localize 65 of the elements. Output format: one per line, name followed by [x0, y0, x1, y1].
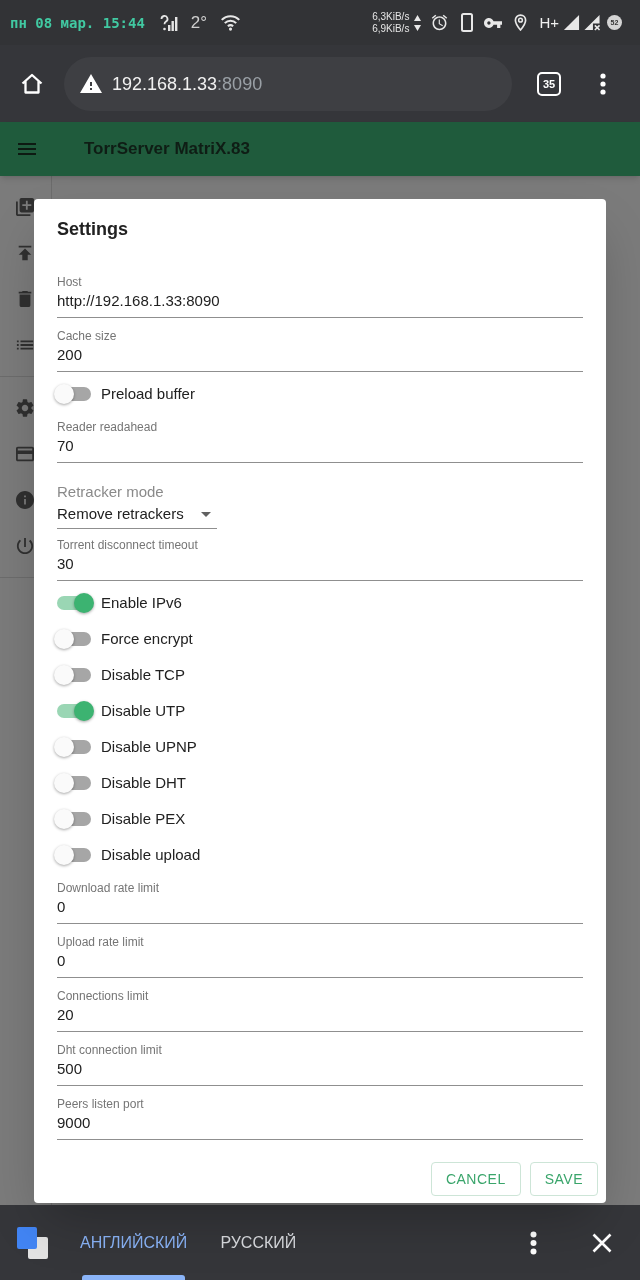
- switch-label: Force encrypt: [101, 629, 193, 649]
- url-text: 192.168.1.33:8090: [112, 72, 263, 95]
- field-label: Cache size: [57, 328, 117, 344]
- temperature-text: 2°: [190, 12, 208, 33]
- switch-label: Disable upload: [101, 845, 201, 865]
- text-input[interactable]: 0: [57, 897, 583, 924]
- close-icon[interactable]: [592, 1232, 612, 1253]
- field-label: Upload rate limit: [57, 934, 144, 950]
- field-label: Torrent disconnect timeout: [57, 537, 198, 553]
- text-input[interactable]: 70: [57, 436, 583, 463]
- language-tab[interactable]: РУССКИЙ: [220, 1205, 297, 1280]
- switch-label: Enable IPv6: [101, 593, 182, 613]
- warning-icon: [80, 74, 102, 93]
- address-bar[interactable]: 192.168.1.33:8090: [64, 56, 512, 111]
- more-options-icon[interactable]: [600, 72, 606, 95]
- text-input[interactable]: 30: [57, 554, 583, 581]
- upload-icon[interactable]: [16, 244, 34, 262]
- language-tab[interactable]: АНГЛИЙСКИЙ: [80, 1205, 188, 1280]
- switch-label: Disable TCP: [101, 665, 185, 685]
- field-label: Host: [57, 274, 82, 290]
- add-stack-icon[interactable]: [16, 198, 34, 216]
- home-icon[interactable]: [20, 71, 44, 96]
- switch-label: Disable PEX: [101, 809, 186, 829]
- power-icon[interactable]: [16, 537, 34, 555]
- switch-label: Preload buffer: [101, 384, 195, 404]
- menu-icon[interactable]: [18, 143, 36, 155]
- text-input[interactable]: 200: [57, 345, 583, 372]
- text-input[interactable]: 9000: [57, 1113, 583, 1140]
- field-label: Download rate limit: [57, 880, 160, 896]
- text-input[interactable]: http://192.168.1.33:8090: [57, 291, 583, 318]
- overlapping-squares-icon[interactable]: [17, 1226, 48, 1259]
- network-type-text: H+: [539, 13, 559, 32]
- network-speed: 6,9KiB/s: [372, 22, 410, 35]
- text-input[interactable]: 500: [57, 1059, 583, 1086]
- network-speed: 6,3KiB/s: [372, 10, 410, 23]
- location-pin-icon: [514, 14, 528, 31]
- switch-label: Disable UPNP: [101, 737, 197, 757]
- dropdown-select[interactable]: Remove retrackers: [57, 504, 217, 529]
- field-label: Peers listen port: [57, 1096, 144, 1112]
- field-label: Dht connection limit: [57, 1042, 162, 1058]
- key-icon: [484, 17, 503, 28]
- settings-icon[interactable]: [16, 399, 34, 417]
- more-options-icon[interactable]: [530, 1230, 537, 1255]
- phone-icon: [461, 13, 474, 32]
- switch-label: Disable UTP: [101, 701, 186, 721]
- text-input[interactable]: 0: [57, 951, 583, 978]
- text-input[interactable]: 20: [57, 1005, 583, 1032]
- trash-icon[interactable]: [16, 290, 34, 308]
- switch-label: Disable DHT: [101, 773, 187, 793]
- field-label: Retracker mode: [57, 482, 164, 502]
- info-icon[interactable]: [16, 491, 34, 509]
- card-icon[interactable]: [16, 445, 34, 463]
- tab-count-button[interactable]: 35: [537, 71, 561, 96]
- signal-cross-icon: [583, 14, 601, 31]
- signal-icon: [563, 14, 580, 31]
- wifi-icon: [220, 14, 242, 31]
- signal-question-icon: [159, 13, 178, 32]
- field-label: Connections limit: [57, 988, 149, 1004]
- field-label: Reader readahead: [57, 419, 158, 435]
- up-down-arrows-icon: [414, 13, 422, 32]
- dialog-title: Settings: [57, 218, 128, 241]
- clock-time: пн 08 мар. 15:44: [10, 13, 145, 32]
- alarm-clock-icon: [431, 14, 449, 31]
- app-title: TorrServer MatriX.83: [84, 138, 250, 160]
- caret-icon: [201, 511, 211, 517]
